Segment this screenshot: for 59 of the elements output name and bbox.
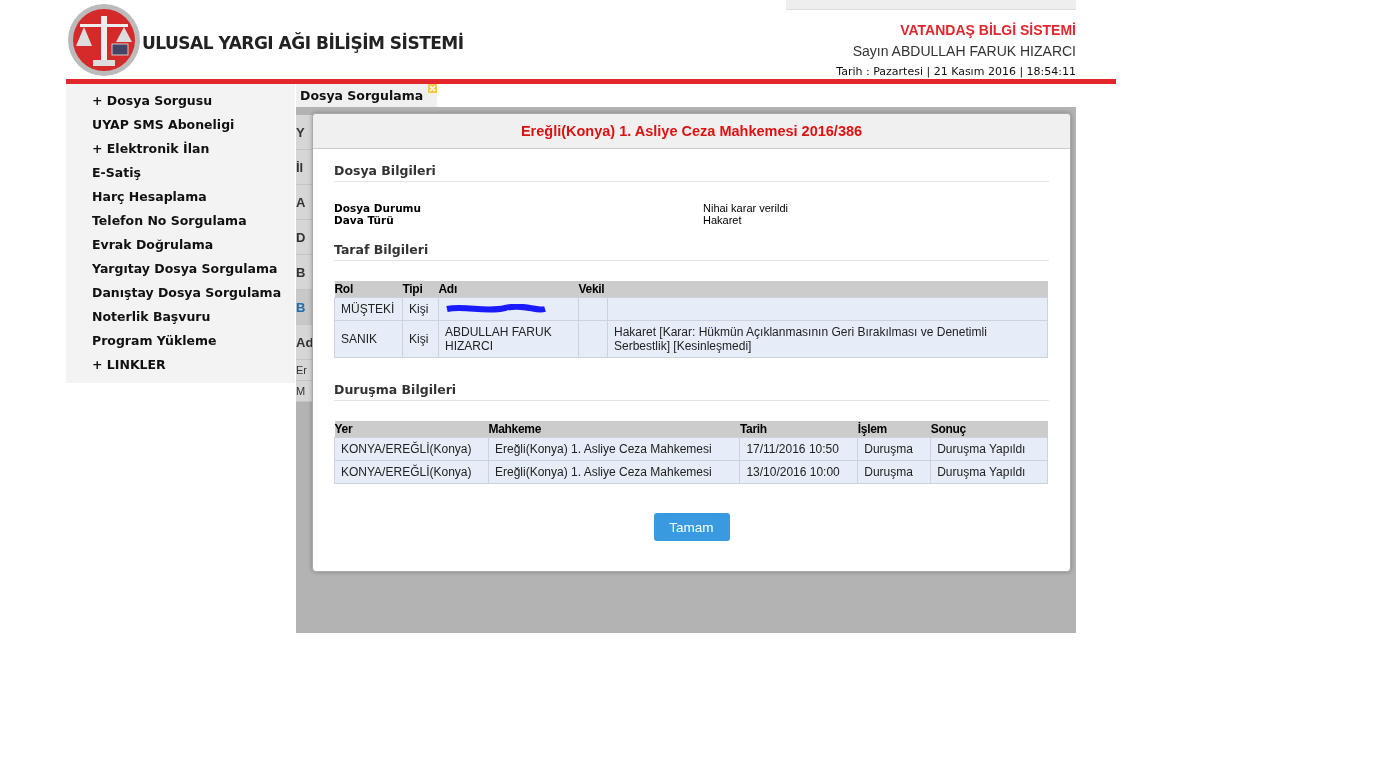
table-cell: Ereğli(Konya) 1. Asliye Ceza Mahkemesi — [488, 437, 740, 461]
sidebar-item[interactable]: Danıştay Dosya Sorgulama — [66, 282, 295, 306]
column-header: Vekil — [578, 281, 608, 298]
table-cell: Duruşma Yapıldı — [930, 460, 1048, 484]
background-text: A — [296, 185, 312, 220]
sidebar-item[interactable]: + Elektronik İlan — [66, 138, 295, 162]
column-header: Adı — [438, 281, 579, 298]
background-text: Y — [296, 115, 312, 150]
field-label: Dosya Durumu — [334, 202, 423, 214]
sidebar-item[interactable]: UYAP SMS Aboneligi — [66, 114, 295, 138]
sidebar-item[interactable]: + LINKLER — [66, 354, 295, 378]
table-cell: Ereğli(Konya) 1. Asliye Ceza Mahkemesi — [488, 460, 740, 484]
sidebar-item[interactable]: + Dosya Sorgusu — [66, 90, 295, 114]
column-header: Tipi — [402, 281, 439, 298]
tab[interactable]: Dosya Sorgulama — [296, 84, 438, 107]
sidebar-item[interactable]: Evrak Doğrulama — [66, 234, 295, 258]
field-label: Dava Türü — [334, 214, 395, 226]
background-text: M — [296, 381, 312, 402]
table-cell: Duruşma — [857, 437, 931, 461]
section-heading: Taraf Bilgileri — [334, 238, 1049, 261]
field-value: Hakaret — [703, 214, 743, 226]
site-title: ULUSAL YARGI AĞI BİLİŞİM SİSTEMİ — [142, 32, 464, 53]
background-text: B — [296, 255, 312, 290]
sidebar-item[interactable]: Noterlik Başvuru — [66, 306, 295, 330]
background-text: D — [296, 220, 312, 255]
table-cell: KONYA/EREĞLİ(Konya) — [334, 437, 489, 461]
background-text: Er — [296, 360, 312, 381]
scales-of-justice-logo-icon — [66, 1, 142, 78]
table-cell: MÜŞTEKİ — [334, 297, 403, 321]
background-text: Ad — [296, 325, 312, 360]
background-text: B — [296, 290, 312, 325]
table-cell: SANIK — [334, 320, 403, 358]
table-cell: 17/11/2016 10:50 — [739, 437, 858, 461]
column-header: Mahkeme — [488, 421, 740, 438]
column-header: Tarih — [739, 421, 858, 438]
sidebar-item[interactable]: Yargıtay Dosya Sorgulama — [66, 258, 295, 282]
background-text: İl — [296, 150, 312, 185]
dialog-title: Ereğli(Konya) 1. Asliye Ceza Mahkemesi 2016/386 — [313, 114, 1070, 149]
table-cell: KONYA/EREĞLİ(Konya) — [334, 460, 489, 484]
section-heading: Dosya Bilgileri — [334, 159, 1049, 182]
system-title: VATANDAŞ BİLGİ SİSTEMİ — [900, 22, 1076, 38]
section-heading: Duruşma Bilgileri — [334, 378, 1049, 401]
field-value: Nihai karar verildi — [703, 202, 789, 214]
table-cell: Kişi — [402, 297, 439, 321]
sidebar-item[interactable]: Program Yükleme — [66, 330, 295, 354]
table-cell: 13/10/2016 10:00 — [739, 460, 858, 484]
table-cell: Hakaret [Karar: Hükmün Açıklanmasının Geri Bırakılması ve Denetimli Serbestlik] [Kesinleşmedi] — [607, 320, 1048, 358]
column-header: İşlem — [857, 421, 931, 438]
table-cell: ABDULLAH FARUK HIZARCI — [438, 320, 579, 358]
date-time: Tarih : Pazartesi | 21 Kasım 2016 | 18:54:11 — [836, 65, 1076, 78]
sidebar-item[interactable]: Telefon No Sorgulama — [66, 210, 295, 234]
table-cell: Duruşma Yapıldı — [930, 437, 1048, 461]
sidebar-item[interactable]: E-Satiş — [66, 162, 295, 186]
sidebar-item[interactable]: Harç Hesaplama — [66, 186, 295, 210]
close-icon[interactable] — [428, 84, 438, 93]
column-header: Yer — [334, 421, 489, 438]
column-header: Rol — [334, 281, 403, 298]
column-header: Sonuç — [930, 421, 1048, 438]
user-greeting: Sayın ABDULLAH FARUK HIZARCI — [852, 43, 1076, 59]
